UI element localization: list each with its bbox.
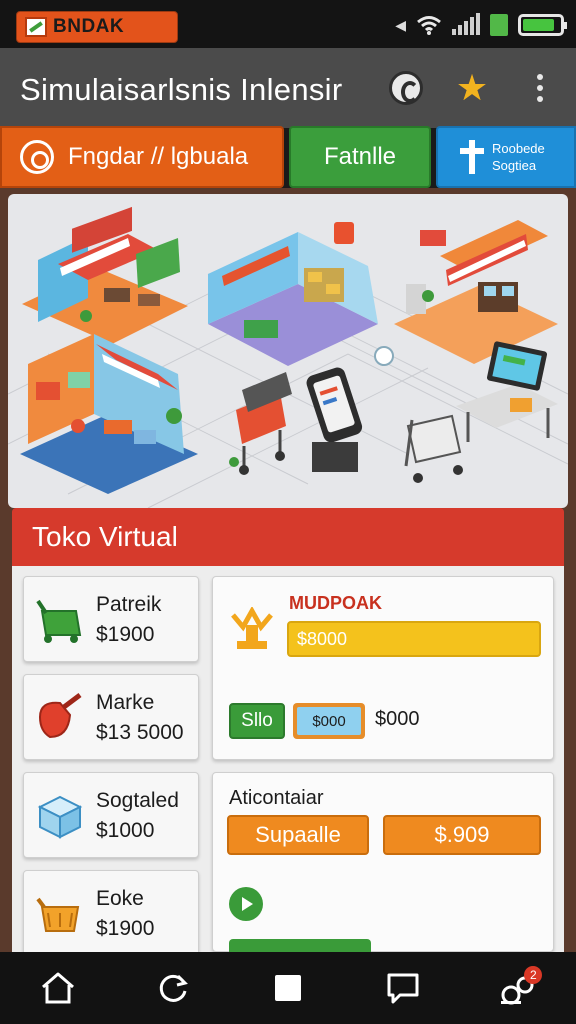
item-price: $1900 (96, 623, 155, 646)
trolley-icon (404, 414, 463, 483)
supply-button[interactable]: Supaalle (227, 815, 369, 855)
status-bar: BNDAK ◀ (0, 0, 576, 48)
more-vert-icon (537, 74, 543, 102)
item-name: Eoke (96, 887, 144, 910)
tab-primary[interactable]: Fngdar // lgbuala (0, 126, 284, 188)
tab-third-label-line2: Sogtiea (492, 158, 537, 173)
navigation-bar: 2 (0, 952, 576, 1024)
sync-icon (389, 71, 423, 105)
panel-title: MUDPOAK (289, 593, 382, 613)
blue-box-icon (37, 795, 83, 839)
status-app-chip[interactable]: BNDAK (16, 11, 178, 43)
refresh-button[interactable] (149, 964, 197, 1012)
square-icon (274, 975, 301, 1001)
item-name: Marke (96, 691, 155, 714)
item-card[interactable]: Sogtaled $1000 (23, 772, 199, 858)
item-price: $1900 (96, 917, 155, 940)
sync-button[interactable] (386, 68, 426, 108)
play-icon[interactable] (229, 887, 263, 921)
wifi-icon (417, 16, 441, 35)
shopping-cart-icon (229, 372, 292, 475)
tab-primary-label: Fngdar // lgbuala (68, 143, 249, 170)
app-logo-icon (25, 17, 47, 37)
notification-tag-icon (490, 14, 508, 36)
chat-button[interactable] (379, 964, 427, 1012)
section-banner: Toko Virtual (12, 508, 564, 566)
store-interior-icon (208, 222, 378, 366)
main-area: Toko Virtual Patreik $1900 Marke $13 500… (0, 188, 576, 956)
battery-fill (523, 19, 554, 31)
app-bar: Simulaisarlsnis Inlensir ★ (0, 48, 576, 128)
panel-title: Aticontaiar (229, 787, 324, 809)
orange-basket-icon (36, 897, 80, 932)
awning-shop-icon (394, 220, 558, 364)
amount-total: $000 (375, 708, 420, 730)
page-title: Simulaisarlsnis Inlensir (20, 72, 343, 107)
section-title: Toko Virtual (32, 521, 178, 552)
item-card[interactable]: Marke $13 5000 (23, 674, 199, 760)
item-card[interactable]: Eoke $1900 (23, 870, 199, 956)
amount-input-value: $000 (297, 707, 361, 735)
item-card[interactable]: Patreik $1900 (23, 576, 199, 662)
status-icons: ◀ (395, 12, 567, 38)
robot-icon (374, 346, 394, 366)
home-icon (41, 972, 74, 1004)
cell-signal-icon (452, 13, 480, 35)
amount-input[interactable]: $000 (293, 703, 365, 739)
item-price: $13 5000 (96, 721, 184, 744)
star-icon: ★ (455, 67, 489, 108)
cafe-icon (20, 334, 198, 494)
trophy-icon (231, 607, 273, 649)
status-chip-label: BNDAK (53, 16, 125, 37)
notification-badge: 2 (524, 966, 543, 984)
tablet-kiosk-icon (306, 367, 363, 472)
settings-badge-icon (20, 140, 54, 174)
sell-button[interactable]: Sllo (229, 703, 285, 739)
tab-third[interactable]: Roobede Sogtiea (436, 126, 576, 188)
price-bar: $8000 (287, 621, 541, 657)
scene-svg (8, 206, 568, 508)
purchase-panel: MUDPOAK $8000 Sllo $000 $000 (212, 576, 554, 760)
item-name: Patreik (96, 593, 162, 616)
tab-third-label-line1: Roobede (492, 141, 545, 156)
location-arrow-icon: ◀ (395, 16, 406, 33)
refresh-icon (159, 974, 188, 1002)
cross-icon (460, 140, 484, 174)
chat-icon (387, 973, 419, 1004)
apps-button[interactable]: 2 (494, 964, 543, 1012)
green-cart-icon (36, 599, 82, 643)
recents-button[interactable] (264, 964, 312, 1012)
more-options-button[interactable] (520, 68, 560, 108)
shop-scene-illustration[interactable] (8, 194, 568, 508)
item-name: Sogtaled (96, 789, 179, 812)
market-stall-icon (22, 206, 188, 344)
home-button[interactable] (34, 964, 82, 1012)
favorite-button[interactable]: ★ (452, 68, 492, 108)
battery-icon (518, 14, 567, 36)
tab-third-label: Roobede Sogtiea (492, 140, 545, 174)
content-area: Patreik $1900 Marke $13 5000 Sogtaled $1… (12, 566, 564, 956)
action-panel: Aticontaiar Supaalle $.909 (212, 772, 554, 953)
item-price: $1000 (96, 819, 155, 842)
tab-secondary-label: Fatnlle (323, 143, 397, 170)
price-button[interactable]: $.909 (383, 815, 541, 855)
tab-secondary[interactable]: Fatnlle (289, 126, 431, 188)
red-bag-icon (38, 693, 82, 739)
green-action-bar[interactable] (229, 939, 371, 953)
